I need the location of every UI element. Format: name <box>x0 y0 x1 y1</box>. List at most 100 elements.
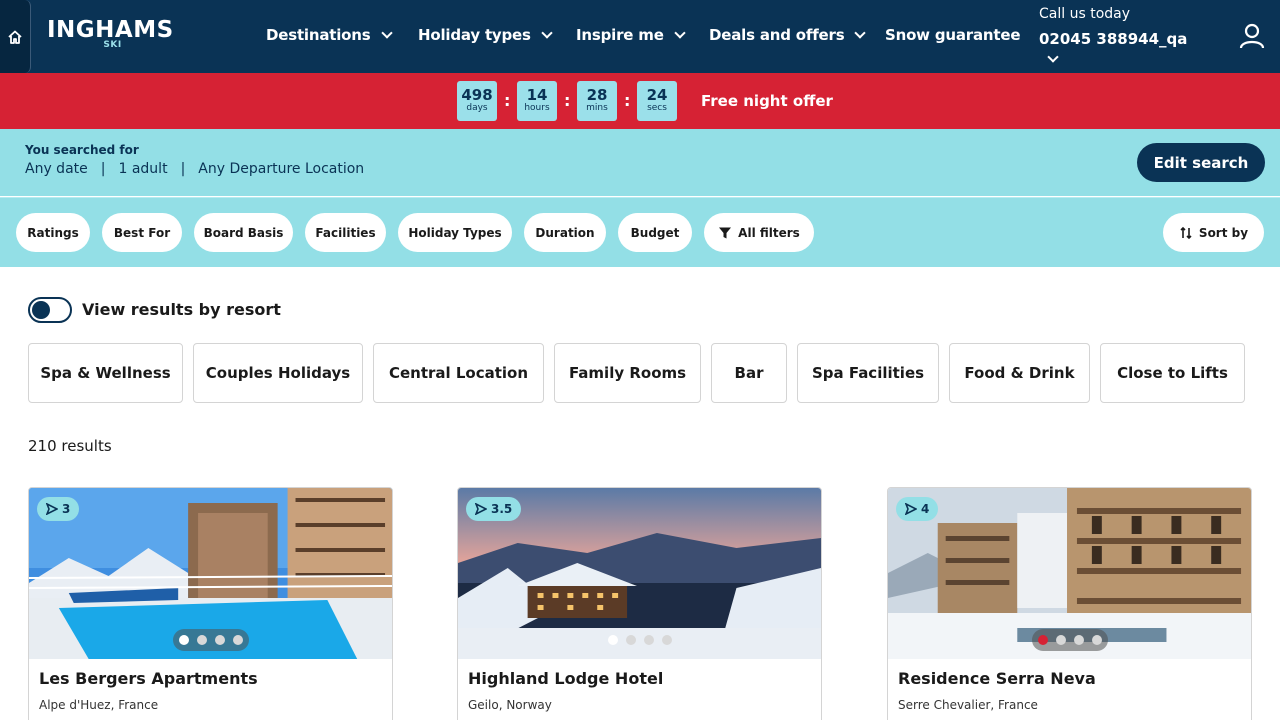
search-travellers: 1 adult <box>118 161 168 177</box>
search-date: Any date <box>25 161 88 177</box>
filter-facilities[interactable]: Facilities <box>305 213 386 252</box>
rating-badge: 3 <box>37 497 80 521</box>
call-us[interactable]: Call us today 02045 388944_qa <box>1039 5 1188 63</box>
carousel-dot[interactable] <box>1056 635 1066 645</box>
filter-bar: Ratings Best For Board Basis Facilities … <box>0 197 1280 267</box>
hotel-card-les-bergers[interactable]: 3 Les Bergers Apartments Alpe d'Huez, Fr… <box>28 487 393 720</box>
nav-destinations[interactable]: Destinations <box>266 26 393 44</box>
image-carousel-dots[interactable] <box>1032 629 1108 651</box>
hotel-card-serra-neva[interactable]: 4 Residence Serra Neva Serre Chevalier, … <box>887 487 1252 720</box>
nav-inspire-me[interactable]: Inspire me <box>576 26 686 44</box>
hotel-title[interactable]: Highland Lodge Hotel <box>468 669 663 688</box>
countdown-unit: hours <box>524 103 550 113</box>
countdown-unit: secs <box>647 103 667 113</box>
chevron-down-icon <box>380 26 393 39</box>
hotel-title[interactable]: Les Bergers Apartments <box>39 669 258 688</box>
countdown-value: 14 <box>526 86 548 104</box>
filter-duration[interactable]: Duration <box>524 213 606 252</box>
rating-icon <box>905 503 917 515</box>
countdown-days: 498 days <box>457 81 497 121</box>
nav-deals-and-offers[interactable]: Deals and offers <box>709 26 867 44</box>
hotel-location: Serre Chevalier, France <box>898 698 1038 712</box>
filter-holiday-types[interactable]: Holiday Types <box>398 213 512 252</box>
call-label: Call us today <box>1039 6 1131 22</box>
nav-label: Inspire me <box>576 26 664 44</box>
tag-spa-facilities[interactable]: Spa Facilities <box>797 343 939 403</box>
tag-bar[interactable]: Bar <box>711 343 787 403</box>
countdown-separator: : <box>504 91 511 110</box>
countdown-value: 28 <box>586 86 608 104</box>
carousel-dot[interactable] <box>197 635 207 645</box>
view-by-resort-toggle[interactable] <box>28 297 72 323</box>
countdown-mins: 28 mins <box>577 81 617 121</box>
image-carousel-dots[interactable] <box>602 629 678 651</box>
countdown-unit: days <box>466 103 488 113</box>
home-button[interactable] <box>0 0 31 73</box>
hotel-card-highland-lodge[interactable]: 3.5 Highland Lodge Hotel Geilo, Norway <box>457 487 822 720</box>
sort-by-button[interactable]: Sort by <box>1163 213 1264 252</box>
brand-sub: SKI <box>103 40 122 50</box>
nav-holiday-types[interactable]: Holiday types <box>418 26 553 44</box>
sort-icon <box>1180 226 1192 239</box>
tag-couples-holidays[interactable]: Couples Holidays <box>193 343 363 403</box>
chevron-down-icon <box>1047 51 1059 63</box>
rating-badge: 3.5 <box>466 497 522 521</box>
filter-budget[interactable]: Budget <box>618 213 692 252</box>
rating-icon <box>46 503 58 515</box>
carousel-dot[interactable] <box>179 635 189 645</box>
filter-board-basis[interactable]: Board Basis <box>194 213 293 252</box>
all-filters-label: All filters <box>738 225 800 240</box>
brand-logo[interactable]: INGHAMS SKI <box>47 17 174 50</box>
tag-spa-wellness[interactable]: Spa & Wellness <box>28 343 183 403</box>
hotel-location: Geilo, Norway <box>468 698 552 712</box>
nav-snow-guarantee[interactable]: Snow guarantee <box>885 26 1021 44</box>
hotel-title[interactable]: Residence Serra Neva <box>898 669 1096 688</box>
divider: | <box>100 161 106 177</box>
countdown-unit: mins <box>586 103 608 113</box>
rating-badge: 4 <box>896 497 939 521</box>
filter-ratings[interactable]: Ratings <box>16 213 90 252</box>
nav-label: Destinations <box>266 26 371 44</box>
search-summary: You searched for Any date | 1 adult | An… <box>0 129 1280 196</box>
edit-search-button[interactable]: Edit search <box>1137 143 1265 182</box>
carousel-dot[interactable] <box>1038 635 1048 645</box>
sort-by-label: Sort by <box>1198 225 1249 240</box>
nav-label: Deals and offers <box>709 26 845 44</box>
filter-best-for[interactable]: Best For <box>102 213 182 252</box>
home-icon <box>8 30 22 44</box>
all-filters-button[interactable]: All filters <box>704 213 814 252</box>
carousel-dot[interactable] <box>1092 635 1102 645</box>
carousel-dot[interactable] <box>644 635 654 645</box>
carousel-dot[interactable] <box>608 635 618 645</box>
search-label: You searched for <box>25 143 139 157</box>
carousel-dot[interactable] <box>215 635 225 645</box>
user-icon[interactable] <box>1238 22 1266 50</box>
tag-food-drink[interactable]: Food & Drink <box>949 343 1090 403</box>
image-carousel-dots[interactable] <box>173 629 249 651</box>
countdown-banner[interactable]: 498 days : 14 hours : 28 mins : 24 secs … <box>0 73 1280 129</box>
call-number: 02045 388944_qa <box>1039 30 1188 48</box>
carousel-dot[interactable] <box>662 635 672 645</box>
countdown-value: 498 <box>461 86 493 104</box>
chevron-down-icon <box>854 26 867 39</box>
carousel-dot[interactable] <box>1074 635 1084 645</box>
divider: | <box>180 161 186 177</box>
countdown-hours: 14 hours <box>517 81 557 121</box>
tag-central-location[interactable]: Central Location <box>373 343 544 403</box>
filter-icon <box>719 227 732 238</box>
offer-link[interactable]: Free night offer <box>701 92 833 110</box>
chevron-down-icon <box>541 26 553 39</box>
countdown-value: 24 <box>646 86 668 104</box>
tag-family-rooms[interactable]: Family Rooms <box>554 343 701 403</box>
carousel-dot[interactable] <box>626 635 636 645</box>
nav-label: Snow guarantee <box>885 26 1021 44</box>
rating-icon <box>475 503 487 515</box>
carousel-dot[interactable] <box>233 635 243 645</box>
tag-close-to-lifts[interactable]: Close to Lifts <box>1100 343 1245 403</box>
countdown-separator: : <box>624 91 631 110</box>
nav-label: Holiday types <box>418 26 531 44</box>
results-count: 210 results <box>28 437 112 455</box>
rating-value: 3.5 <box>491 502 513 516</box>
countdown-secs: 24 secs <box>637 81 677 121</box>
view-by-resort-label: View results by resort <box>82 300 281 319</box>
